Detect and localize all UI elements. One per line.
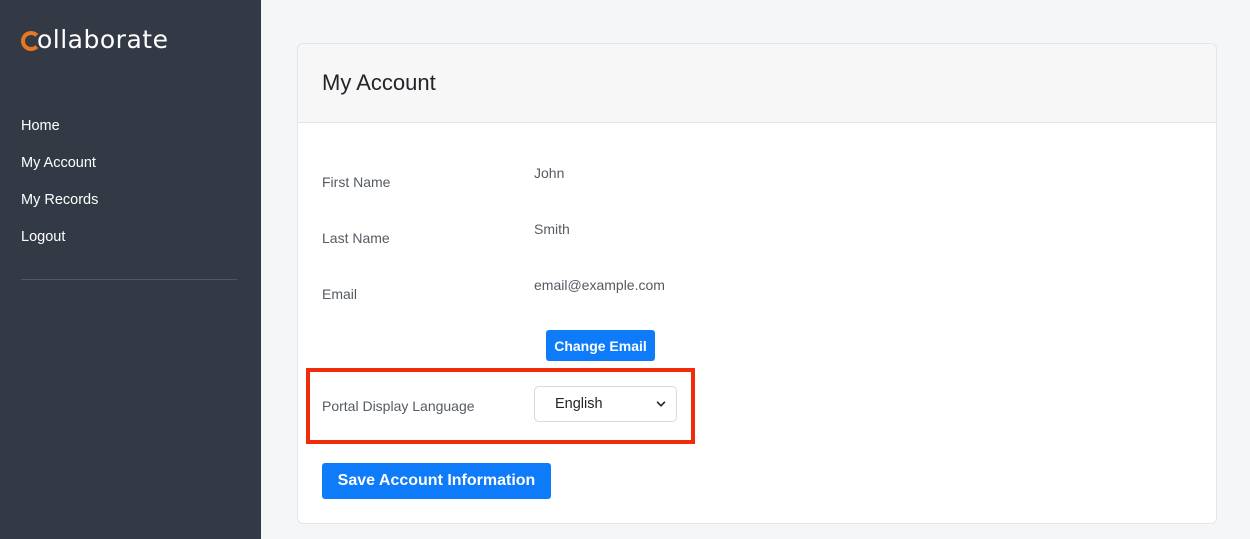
change-email-button[interactable]: Change Email bbox=[546, 330, 655, 361]
language-select[interactable]: English bbox=[534, 386, 677, 422]
sidebar-item-my-account[interactable]: My Account bbox=[21, 152, 98, 189]
email-label: Email bbox=[322, 286, 358, 302]
language-selected-value: English bbox=[555, 396, 603, 412]
brand-name: ollaborate bbox=[37, 25, 169, 54]
chevron-down-icon bbox=[656, 401, 666, 407]
email-value: email@example.com bbox=[534, 277, 665, 293]
logo-c-icon bbox=[21, 30, 41, 51]
first-name-label: First Name bbox=[322, 174, 391, 190]
sidebar-item-my-records[interactable]: My Records bbox=[21, 189, 98, 226]
account-card: My Account First Name John Last Name Smi… bbox=[297, 43, 1217, 524]
sidebar: ollaborate Home My Account My Records Lo… bbox=[0, 0, 261, 539]
page-title: My Account bbox=[322, 70, 436, 95]
last-name-value: Smith bbox=[534, 221, 570, 237]
sidebar-nav: Home My Account My Records Logout bbox=[21, 115, 98, 263]
last-name-label: Last Name bbox=[322, 230, 390, 246]
sidebar-divider bbox=[21, 279, 237, 280]
sidebar-item-logout[interactable]: Logout bbox=[21, 226, 98, 263]
card-header: My Account bbox=[298, 44, 1216, 123]
language-label: Portal Display Language bbox=[322, 398, 475, 414]
save-account-button[interactable]: Save Account Information bbox=[322, 463, 551, 499]
first-name-value: John bbox=[534, 165, 565, 181]
brand-logo[interactable]: ollaborate bbox=[21, 25, 168, 54]
sidebar-item-home[interactable]: Home bbox=[21, 115, 98, 152]
